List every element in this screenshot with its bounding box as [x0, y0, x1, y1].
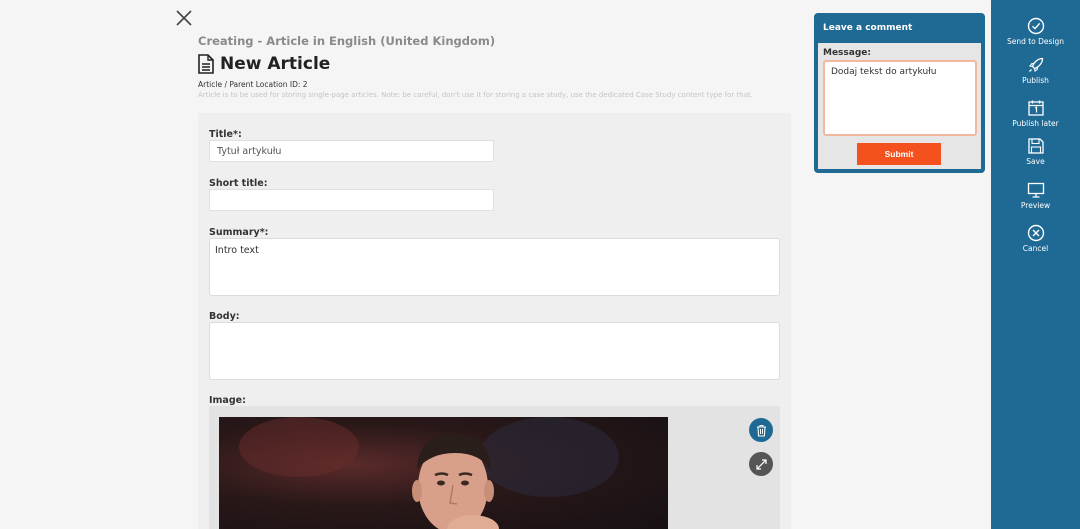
body-label: Body:: [209, 311, 240, 322]
image-label: Image:: [209, 395, 246, 406]
image-preview-graphic: [239, 417, 619, 529]
title-row: New Article: [198, 54, 798, 74]
save-label: Save: [1026, 157, 1045, 166]
body-textarea[interactable]: [209, 322, 780, 380]
expand-image-button[interactable]: [749, 452, 773, 476]
short-title-input[interactable]: [209, 189, 494, 211]
cancel-button[interactable]: Cancel: [991, 224, 1080, 253]
expand-icon: [755, 458, 767, 470]
summary-textarea[interactable]: Intro text: [209, 238, 780, 296]
cancel-label: Cancel: [1022, 244, 1049, 253]
send-to-design-button[interactable]: Send to Design: [991, 17, 1080, 46]
title-input[interactable]: Tytuł artykułu: [209, 140, 494, 162]
parent-location: Article / Parent Location ID: 2: [198, 80, 308, 89]
page-title: New Article: [220, 54, 331, 74]
content-type-description: Article is to be used for storing single…: [198, 91, 753, 99]
calendar-icon: [1027, 100, 1044, 116]
publish-button[interactable]: Publish: [991, 56, 1080, 85]
publish-label: Publish: [1022, 76, 1049, 85]
title-label: Title*:: [209, 129, 242, 140]
comment-heading: Leave a comment: [823, 23, 913, 33]
preview-label: Preview: [1020, 201, 1051, 210]
breadcrumb: Creating - Article in English (United Ki…: [198, 34, 496, 48]
save-button[interactable]: Save: [991, 137, 1080, 166]
message-textarea[interactable]: Dodaj tekst do artykułu: [823, 60, 977, 136]
comment-panel: Leave a comment Message: Dodaj tekst do …: [814, 13, 985, 173]
cancel-icon: [1027, 224, 1044, 242]
message-label: Message:: [823, 48, 871, 58]
summary-label: Summary*:: [209, 227, 269, 238]
check-circle-icon: [1027, 17, 1044, 35]
delete-image-button[interactable]: [749, 418, 773, 442]
article-form: Title*: Tytuł artykułu Short title: Summ…: [198, 113, 791, 529]
image-preview: [219, 417, 668, 529]
send-to-design-label: Send to Design: [1006, 37, 1065, 46]
preview-button[interactable]: Preview: [991, 181, 1080, 210]
publish-later-label: Publish later: [1012, 119, 1059, 128]
save-icon: [1027, 138, 1044, 154]
image-field: [209, 406, 780, 529]
rocket-icon: [1028, 57, 1043, 72]
document-icon: [198, 54, 214, 74]
monitor-icon: [1027, 182, 1044, 198]
submit-button[interactable]: Submit: [857, 143, 941, 165]
short-title-label: Short title:: [209, 178, 268, 189]
close-icon[interactable]: [173, 7, 195, 29]
comment-body: Message: Dodaj tekst do artykułu Submit: [818, 43, 981, 169]
page-header: Creating - Article in English (United Ki…: [198, 34, 798, 99]
action-sidebar: Send to Design Publish Publish later Sav…: [991, 0, 1080, 529]
trash-icon: [756, 424, 766, 437]
publish-later-button[interactable]: Publish later: [991, 99, 1080, 128]
